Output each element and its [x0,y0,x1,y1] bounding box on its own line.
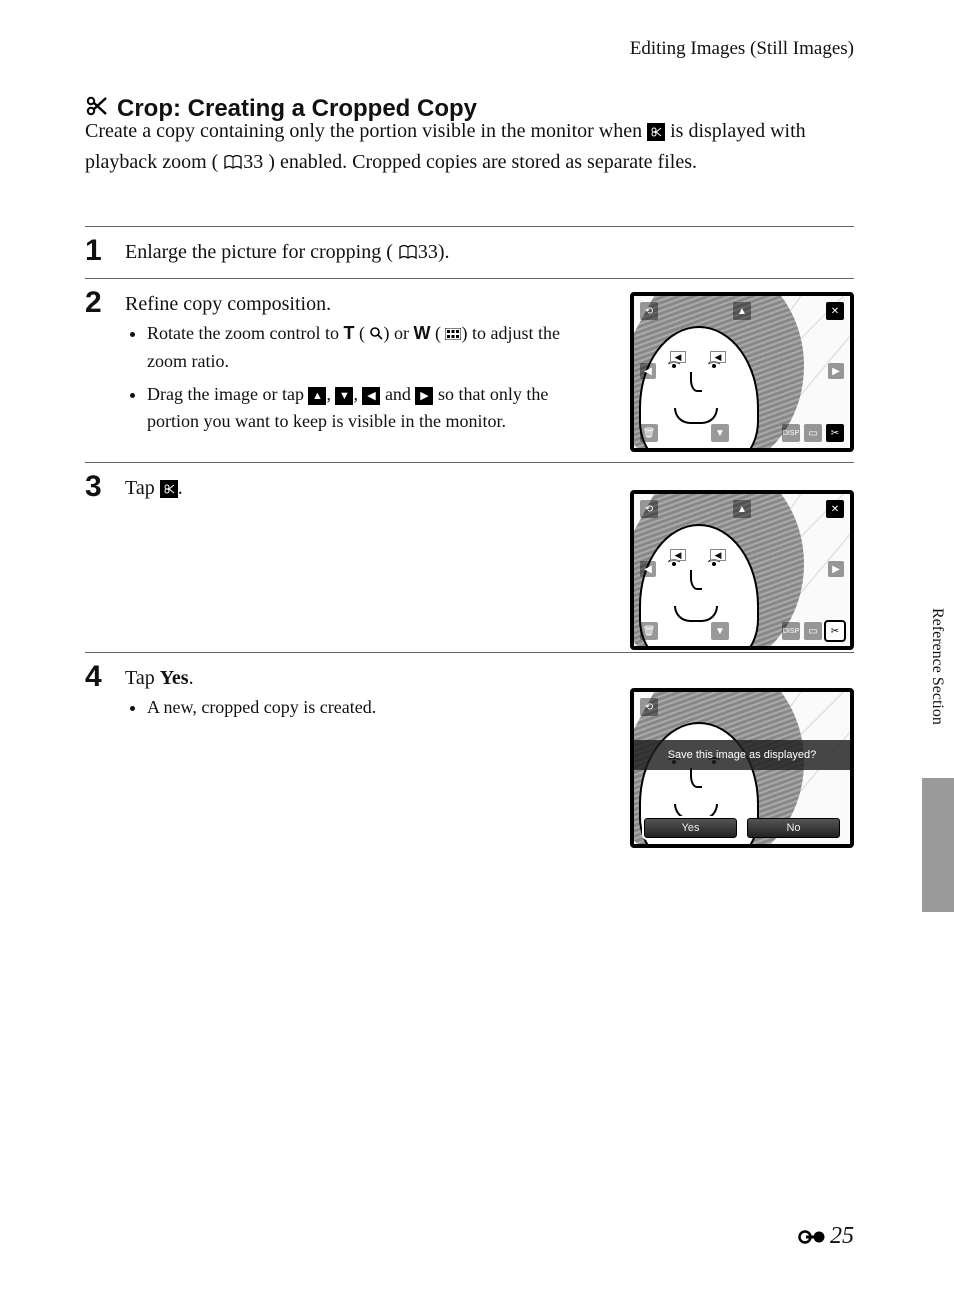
close-icon[interactable]: ✕ [826,302,844,320]
crop-button-icon [160,480,178,498]
focus-mark-icon: ◀ [710,351,726,363]
step-text: ). [438,241,450,263]
back-icon[interactable]: ⟲ [640,500,658,518]
side-tab: Reference Section [922,608,954,912]
intro-text: ) enabled. Cropped copies are stored as … [268,151,697,173]
step-text: Tap [125,477,160,499]
back-icon[interactable]: ⟲ [640,698,658,716]
step-1: 1 Enlarge the picture for cropping ( 33)… [85,226,854,278]
screen-mock-crop: ◀ ◀ ⟲ ▲ ✕ ◀ ▶ 🗑 ▼ DISP ▭ ✂ [630,490,854,650]
page-ref: 33 [243,151,263,173]
focus-mark-icon: ◀ [670,549,686,561]
step-text: Tap [125,667,160,689]
close-icon[interactable]: ✕ [826,500,844,518]
arrow-up-icon: ▲ [308,387,326,405]
book-ref-icon [223,154,243,170]
arrow-right-icon: ▶ [415,387,433,405]
step-number: 2 [85,285,125,319]
breadcrumb: Editing Images (Still Images) [630,38,854,60]
focus-mark-icon: ◀ [670,351,686,363]
page-number: 25 [798,1223,854,1250]
bullet-item: A new, cropped copy is created. [147,694,597,721]
crop-icon[interactable]: ✂ [826,622,844,640]
crop-mode-icon [647,123,665,141]
step-text: . [189,667,194,689]
disp-icon[interactable]: DISP [782,424,800,442]
thumbnail-grid-icon [445,321,461,348]
intro-text: Create a copy containing only the portio… [85,120,647,142]
step-bullets: Rotate the zoom control to T ( ) or W ( … [147,320,597,435]
overview-icon[interactable]: ▭ [804,622,822,640]
arrow-up-icon[interactable]: ▲ [733,500,751,518]
arrow-down-icon: ▼ [335,387,353,405]
disp-icon[interactable]: DISP [782,622,800,640]
focus-mark-icon: ◀ [710,549,726,561]
book-ref-icon [398,244,418,260]
page-ref: 33 [418,241,438,263]
back-icon[interactable]: ⟲ [640,302,658,320]
no-button[interactable]: No [747,818,840,838]
overview-icon[interactable]: ▭ [804,424,822,442]
intro-paragraph: Create a copy containing only the portio… [85,116,855,178]
screen-mock-confirm: ⟲ Save this image as displayed? Yes No [630,688,854,848]
manual-page: Editing Images (Still Images) Crop: Crea… [0,0,954,1314]
arrow-down-icon[interactable]: ▼ [711,424,729,442]
crop-icon[interactable]: ✂ [826,424,844,442]
page-number-text: 25 [830,1223,854,1250]
trash-icon[interactable]: 🗑 [640,622,658,640]
trash-icon[interactable]: 🗑 [640,424,658,442]
bullet-item: Drag the image or tap ▲, ▼, ◀ and ▶ so t… [147,381,597,435]
confirm-dialog-text: Save this image as displayed? [634,740,850,770]
screen-mock-refine: ◀ ◀ ⟲ ▲ ✕ ◀ ▶ 🗑 ▼ DISP ▭ ✂ [630,292,854,452]
step-text: . [178,477,183,499]
arrow-down-icon[interactable]: ▼ [711,622,729,640]
step-number: 1 [85,233,125,267]
yes-label: Yes [160,667,189,689]
yes-button[interactable]: Yes [644,818,737,838]
bullet-item: Rotate the zoom control to T ( ) or W ( … [147,320,597,375]
arrow-left-icon: ◀ [362,387,380,405]
section-link-icon [798,1228,826,1246]
step-text: Enlarge the picture for cropping ( [125,241,393,263]
step-number: 3 [85,469,125,503]
step-bullets: A new, cropped copy is created. [147,694,597,721]
side-tab-label: Reference Section [928,608,946,725]
step-number: 4 [85,659,125,693]
magnifier-icon [369,321,383,348]
side-tab-bg [922,778,954,912]
arrow-up-icon[interactable]: ▲ [733,302,751,320]
